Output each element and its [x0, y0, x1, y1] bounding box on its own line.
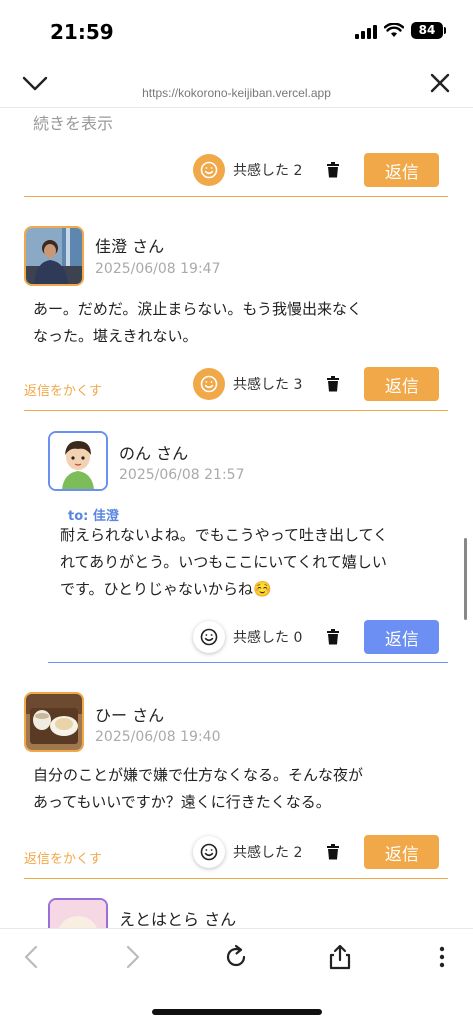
post-body: あー。だめだ。涙止まらない。もう我慢出来なく なった。堪えきれない。: [33, 300, 362, 345]
divider: [24, 410, 448, 411]
divider: [24, 196, 448, 197]
trash-icon[interactable]: [326, 376, 340, 392]
reply-button[interactable]: 返信: [364, 367, 440, 401]
wifi-icon: [384, 23, 404, 37]
empathy-count: 共感した 0: [233, 630, 303, 646]
hide-replies-link[interactable]: 返信をかくす: [24, 848, 102, 867]
more-icon[interactable]: [428, 943, 456, 971]
status-time: 21:59: [50, 20, 114, 44]
user-name: ひー さん: [95, 706, 165, 725]
forward-icon[interactable]: [118, 943, 146, 971]
signal-icon: [355, 23, 377, 39]
empathy-count: 共感した 2: [233, 163, 303, 179]
user-name: のん さん: [119, 444, 189, 463]
show-more-link[interactable]: 続きを表示: [33, 110, 113, 134]
post-body: 耐えられないよね。でもこうやって吐き出してく れてありがとう。いつもここにいてく…: [60, 526, 389, 598]
smile-icon[interactable]: [193, 154, 225, 186]
action-row: 共感した 0 返信: [193, 619, 440, 655]
action-row: 共感した 3 返信: [193, 366, 440, 402]
post-date: 2025/06/08 19:47: [95, 261, 221, 277]
reply-button[interactable]: 返信: [364, 835, 440, 869]
smile-icon[interactable]: [193, 836, 225, 868]
action-row: 共感した 2 返信: [193, 834, 440, 870]
back-icon[interactable]: [18, 943, 46, 971]
reply-button[interactable]: 返信: [364, 153, 440, 187]
battery-icon: 84: [411, 22, 446, 39]
trash-icon[interactable]: [326, 844, 340, 860]
empathy-count: 共感した 2: [233, 845, 303, 861]
smile-icon[interactable]: [193, 621, 225, 653]
browser-url-bar: https://kokorono-keijiban.vercel.app: [0, 62, 473, 108]
smile-icon[interactable]: [193, 368, 225, 400]
share-icon[interactable]: [326, 943, 354, 971]
reply-button[interactable]: 返信: [364, 620, 440, 654]
post-date: 2025/06/08 19:40: [95, 729, 221, 745]
action-row: 共感した 2 返信: [193, 152, 440, 188]
home-indicator: [152, 1009, 322, 1015]
url-text[interactable]: https://kokorono-keijiban.vercel.app: [0, 86, 473, 100]
status-bar: 21:59 84: [0, 0, 473, 62]
avatar[interactable]: [24, 692, 84, 752]
avatar[interactable]: [48, 898, 108, 928]
user-name: 佳澄 さん: [95, 237, 165, 256]
post-body: 自分のことが嫌で嫌で仕方なくなる。そんな夜が あってもいいですか？遠くに行きたく…: [33, 766, 364, 811]
hide-replies-link[interactable]: 返信をかくす: [24, 380, 102, 399]
trash-icon[interactable]: [326, 629, 340, 645]
divider: [48, 662, 448, 663]
post-date: 2025/06/08 21:57: [119, 467, 245, 483]
post-feed: 続きを表示 共感した 2 返信 佳澄 さん 2025/06/08 19:47 あ…: [0, 108, 473, 928]
divider: [24, 878, 448, 879]
user-name: えとはとら さん: [119, 910, 237, 928]
scroll-indicator[interactable]: [464, 538, 467, 620]
trash-icon[interactable]: [326, 162, 340, 178]
close-icon[interactable]: [429, 72, 451, 94]
empathy-count: 共感した 3: [233, 377, 303, 393]
browser-toolbar: [0, 928, 473, 1024]
avatar[interactable]: [48, 431, 108, 491]
reload-icon[interactable]: [222, 943, 250, 971]
avatar[interactable]: [24, 226, 84, 286]
